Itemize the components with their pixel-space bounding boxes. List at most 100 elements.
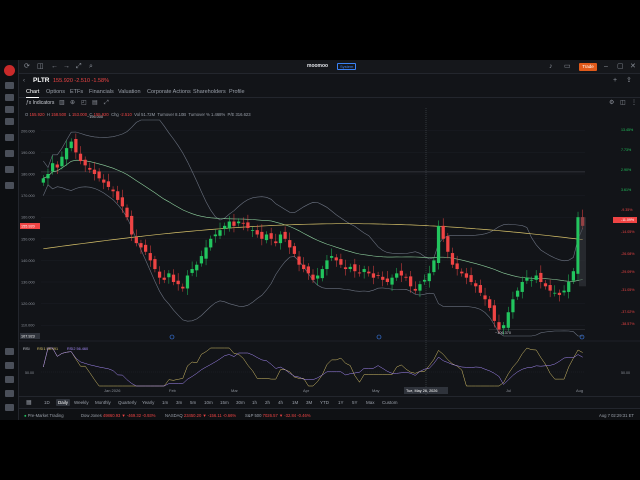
candle-body <box>385 278 390 282</box>
candle-body <box>404 276 408 278</box>
period-5y[interactable]: 5Y <box>352 400 358 405</box>
template-icon[interactable]: ▤ <box>92 99 98 107</box>
period-10m[interactable]: 10m <box>204 400 213 405</box>
candle-body <box>88 167 92 170</box>
indicators-icon: ƒx <box>26 100 33 106</box>
close-icon[interactable]: ✕ <box>630 63 636 71</box>
rsi-axis-right: 50.00 <box>621 371 630 375</box>
period-5m[interactable]: 5m <box>190 400 196 405</box>
tab-profile[interactable]: Profile <box>229 89 245 95</box>
price-axis-label: 180.000 <box>21 173 35 177</box>
chevron-left-icon[interactable]: ‹ <box>23 77 25 85</box>
portfolio-icon[interactable] <box>5 150 14 157</box>
quote-header: ‹ PLTR 155.920 -2.510 -1.58% + ⇪ <box>19 74 640 87</box>
period-4h[interactable]: 4h <box>278 400 283 405</box>
period-yearly[interactable]: Yearly <box>142 400 154 405</box>
minimize-icon[interactable]: – <box>604 63 608 71</box>
news-icon[interactable] <box>5 106 14 113</box>
period-1d[interactable]: 1D <box>44 400 50 405</box>
tab-etfs[interactable]: ETFs <box>70 89 83 95</box>
chart-icon[interactable] <box>5 118 14 125</box>
chat-icon[interactable]: ▭ <box>564 63 571 71</box>
period-quarterly[interactable]: Quarterly <box>118 400 137 405</box>
period-1h[interactable]: 1h <box>252 400 257 405</box>
settings-icon[interactable] <box>5 390 14 397</box>
indicators-label: Indicators <box>32 100 55 106</box>
period-daily[interactable]: Daily <box>56 399 71 406</box>
candle-body <box>381 276 385 280</box>
camera-icon[interactable]: ◰ <box>81 99 87 107</box>
candle-body <box>325 260 329 270</box>
period-custom[interactable]: Custom <box>382 400 398 405</box>
more-icon[interactable]: ⋮ <box>631 99 637 107</box>
sp500-ticker[interactable]: S&P 500 7026.57 ▼ -32.84 -0.46% <box>245 413 311 418</box>
period-max[interactable]: Max <box>366 400 375 405</box>
chart-settings-icon[interactable]: ⚙ <box>609 99 614 107</box>
compare-icon[interactable]: ⊕ <box>70 99 75 107</box>
candle-body <box>97 171 101 179</box>
globe-icon[interactable] <box>5 182 14 189</box>
tab-options[interactable]: Options <box>46 89 65 95</box>
candle-body <box>143 244 148 252</box>
ticker-symbol: PLTR <box>33 77 50 84</box>
screener-icon[interactable] <box>5 134 14 141</box>
add-watchlist-icon[interactable]: + <box>613 77 617 85</box>
indicators-button[interactable]: ƒx Indicators <box>26 100 54 106</box>
app-logo-icon[interactable] <box>4 65 15 76</box>
period-monthly[interactable]: Monthly <box>95 400 111 405</box>
period-ytd[interactable]: YTD <box>320 400 329 405</box>
x-axis-label: Mar <box>231 388 239 393</box>
fullscreen-icon[interactable]: ⤢ <box>104 99 109 107</box>
period-1y[interactable]: 1Y <box>338 400 344 405</box>
period-3M[interactable]: 3M <box>306 400 312 405</box>
period-30m[interactable]: 30m <box>236 400 245 405</box>
layout-split-icon[interactable]: ◫ <box>620 99 626 107</box>
dow-ticker[interactable]: Dow Jones 49860.93 ▼ -469.32 -0.93% <box>81 413 155 418</box>
candle-body <box>371 273 376 278</box>
maximize-icon[interactable]: ▢ <box>617 63 624 71</box>
period-2h[interactable]: 2h <box>265 400 270 405</box>
tab-valuation[interactable]: Valuation <box>118 89 141 95</box>
markets-icon[interactable] <box>5 94 14 101</box>
messages-icon[interactable] <box>5 348 14 355</box>
ohlc-change: -2.510 <box>119 112 132 117</box>
candle-body <box>78 153 83 162</box>
forward-icon[interactable]: → <box>63 63 70 71</box>
rsi-axis-left: 50.00 <box>25 371 34 375</box>
volume-profile <box>579 217 586 287</box>
period-3m[interactable]: 3m <box>176 400 182 405</box>
tab-financials[interactable]: Financials <box>89 89 114 95</box>
candle-type-icon[interactable]: ▥ <box>59 99 65 107</box>
help-icon[interactable] <box>5 376 14 383</box>
period-1m[interactable]: 1m <box>162 400 168 405</box>
period-weekly[interactable]: Weekly <box>74 400 89 405</box>
pct-axis-label: -11.09% <box>621 218 635 222</box>
nasdaq-ticker[interactable]: NASDAQ 23450.20 ▼ -156.11 -0.66% <box>165 413 236 418</box>
tab-corporate-actions[interactable]: Corporate Actions <box>147 89 191 95</box>
tab-shareholders[interactable]: Shareholders <box>193 89 226 95</box>
orders-icon[interactable] <box>5 166 14 173</box>
tab-chart[interactable]: Chart <box>26 89 40 98</box>
rsi-title: RSI <box>23 346 30 351</box>
layout-icon[interactable]: ◫ <box>37 63 44 71</box>
candle-body <box>492 305 496 321</box>
candle-body <box>106 181 111 187</box>
search-icon[interactable]: ⌕ <box>89 63 93 71</box>
profile-icon[interactable] <box>5 404 14 411</box>
trade-button[interactable]: Trade <box>579 63 597 71</box>
bell-icon[interactable]: ♪ <box>549 63 553 71</box>
ohlc-turnover-rate: Turnover % 1.468% <box>188 112 226 117</box>
price-chart[interactable]: ~195.000~106.370 200.000190.000180.00017… <box>19 108 640 396</box>
back-icon[interactable]: ← <box>51 63 58 71</box>
x-axis-label: Feb <box>169 388 177 393</box>
watchlist-icon[interactable] <box>5 82 14 89</box>
candle-body <box>460 271 464 274</box>
period-15m[interactable]: 15m <box>220 400 229 405</box>
notification-icon[interactable] <box>5 362 14 369</box>
share-icon[interactable]: ⇪ <box>626 77 632 85</box>
expand-icon[interactable]: ⤢ <box>76 63 82 71</box>
candle-body <box>446 236 450 252</box>
sidebar-toggle-icon[interactable]: ▦ <box>26 399 32 407</box>
refresh-icon[interactable]: ⟳ <box>24 63 30 71</box>
period-1M[interactable]: 1M <box>292 400 298 405</box>
